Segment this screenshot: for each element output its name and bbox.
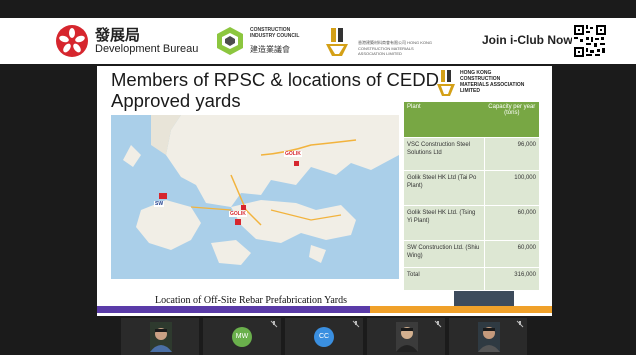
table-cell-capacity: 96,000 (484, 136, 539, 170)
participant-tile[interactable]: MW (203, 318, 281, 355)
participant-video (396, 322, 418, 352)
slide-caption: Location of Off-Site Rebar Prefabricatio… (155, 295, 347, 306)
qr-code-icon[interactable] (572, 23, 608, 59)
table-row: VSC Construction Steel Solutions Ltd 96,… (404, 136, 539, 170)
participant-video (150, 322, 172, 352)
development-bureau-english-name: Development Bureau (95, 43, 199, 55)
table-row-total: Total 316,000 (404, 266, 539, 290)
hkcma-logo (437, 70, 455, 96)
table-cell-plant: Golik Steel HK Ltd (Tai Po Plant) (404, 169, 486, 205)
table-cell-capacity: 100,000 (484, 169, 539, 205)
table-header-capacity: Capacity per year (tons) (484, 102, 539, 137)
development-bureau-chinese-name: 發展局 (95, 27, 141, 44)
participant-video (478, 322, 500, 352)
cic-logo (217, 27, 243, 55)
table-cell-plant: Golik Steel HK Ltd. (Tsing Yi Plant) (404, 204, 486, 240)
association-logo (326, 28, 348, 56)
table-cell-capacity: 60,000 (484, 204, 539, 240)
cic-name: CONSTRUCTION INDUSTRY COUNCIL (250, 27, 300, 39)
map-label-sw: SW (154, 201, 165, 207)
muted-mic-icon (352, 320, 360, 328)
participant-avatar: MW (232, 327, 252, 347)
hkcma-name: HONG KONG CONSTRUCTION MATERIALS ASSOCIA… (460, 70, 525, 94)
table-row: Golik Steel HK Ltd (Tai Po Plant) 100,00… (404, 169, 539, 205)
capacity-table: Plant Capacity per year (tons) VSC Const… (404, 102, 539, 290)
map-label-golik-tai-po: GOLIK (284, 151, 302, 157)
table-row: SW Construction Ltd. (Shiu Wing) 60,000 (404, 239, 539, 267)
map-label-golik-tsing-yi: GOLIK (229, 211, 247, 217)
association-name: 香港建築材料商會有限公司 HONG KONG CONSTRUCTION MATE… (358, 40, 433, 56)
table-cell-plant: Total (404, 266, 486, 290)
table-row: Golik Steel HK Ltd. (Tsing Yi Plant) 60,… (404, 204, 539, 240)
participant-strip: MW CC (0, 318, 636, 355)
table-cell-capacity: 316,000 (484, 266, 539, 290)
table-cell-plant: VSC Construction Steel Solutions Ltd (404, 136, 486, 170)
muted-mic-icon (270, 320, 278, 328)
sponsor-banner: 發展局 Development Bureau CONSTRUCTION INDU… (0, 18, 636, 64)
hong-kong-map: GOLIK SW GOLIK (111, 115, 399, 279)
development-bureau-logo (56, 25, 88, 57)
participant-tile[interactable] (367, 318, 445, 355)
muted-mic-icon (434, 320, 442, 328)
participant-tile[interactable] (449, 318, 527, 355)
slide-accent-bar (97, 306, 552, 313)
table-cell-capacity: 60,000 (484, 239, 539, 267)
cic-chinese-name: 建造業議會 (250, 45, 290, 54)
participant-avatar: CC (314, 327, 334, 347)
map-graphic (111, 115, 399, 279)
participant-tile[interactable] (121, 318, 199, 355)
join-iclub-link[interactable]: Join i-Club Now (482, 33, 573, 47)
participant-tile[interactable]: CC (285, 318, 363, 355)
muted-mic-icon (516, 320, 524, 328)
table-cell-plant: SW Construction Ltd. (Shiu Wing) (404, 239, 486, 267)
slide-title: Members of RPSC & locations of CEDD Appr… (111, 69, 439, 111)
meeting-screen: 發展局 Development Bureau CONSTRUCTION INDU… (0, 0, 636, 355)
table-header-plant: Plant (404, 102, 485, 137)
presentation-slide: Members of RPSC & locations of CEDD Appr… (97, 66, 552, 316)
